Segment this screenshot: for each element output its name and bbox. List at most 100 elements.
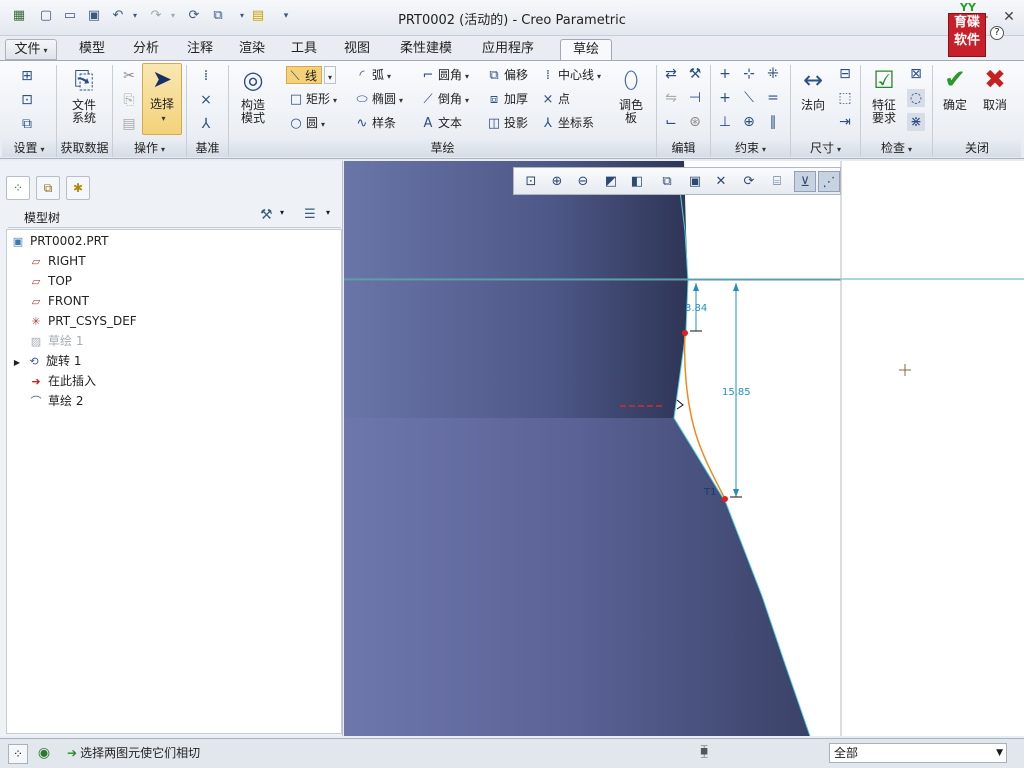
perimeter-icon[interactable]: ⊟ (836, 65, 854, 83)
rotate-resize-icon[interactable]: ⊛ (686, 113, 704, 131)
overlap-geometry-icon[interactable]: ⊠ (907, 65, 925, 83)
graphics-window[interactable]: 3.84 15.85 T1 (344, 161, 1024, 736)
shade-closed-loops-icon[interactable]: ⋇ (907, 113, 925, 131)
view-manager-icon[interactable]: ▣ (684, 171, 706, 192)
rectangle-button[interactable]: □ 矩形 ▾ (288, 90, 337, 108)
line-button[interactable]: ⟍ 线 (286, 66, 323, 84)
smart-filter-icon[interactable]: ⧯ (700, 744, 708, 759)
cut-icon[interactable]: ✂ (120, 67, 138, 85)
tab-sketch[interactable]: 草绘 (560, 39, 612, 60)
tab-model[interactable]: 模型 (70, 39, 114, 60)
tree-filter-caret-icon[interactable]: ▾ (326, 208, 330, 217)
tree-item-part[interactable]: ▣ PRT0002.PRT (10, 232, 109, 251)
palette-button[interactable]: ⬯ 调色 板 (614, 65, 648, 125)
equal-constraint-icon[interactable]: = (764, 89, 782, 107)
group-dimension[interactable]: 尺寸 ▾ (791, 139, 860, 157)
delete-segment-icon[interactable]: ⚒ (686, 65, 704, 83)
tree-settings-icon[interactable]: ⚒ (260, 207, 273, 223)
ok-button[interactable]: ✔ 确定 (938, 65, 972, 112)
display-vertices-icon[interactable]: ⋰ (818, 171, 840, 192)
spin-center-icon[interactable]: ⟳ (738, 171, 760, 192)
model-tree-tab[interactable]: ⁘ (6, 176, 30, 200)
vertical-constraint-icon[interactable]: + (716, 65, 734, 83)
tab-annotate[interactable]: 注释 (178, 39, 222, 60)
tree-filter-icon[interactable]: ☰ (304, 207, 316, 222)
tab-view[interactable]: 视图 (335, 39, 379, 60)
spline-button[interactable]: ∿ 样条 (354, 114, 396, 132)
tree-item-csys[interactable]: ✳ PRT_CSYS_DEF (28, 312, 136, 331)
divide-icon[interactable]: ⊣ (686, 89, 704, 107)
group-setup[interactable]: 设置 ▾ (2, 139, 56, 157)
tree-item-sketch-1[interactable]: ▨ 草绘 1 (28, 332, 84, 351)
tree-item-insert-here[interactable]: ➜ 在此插入 (28, 372, 96, 391)
baseline-icon[interactable]: ⇥ (836, 113, 854, 131)
mirror-icon[interactable]: ⇋ (662, 89, 680, 107)
offset-button[interactable]: ⧉ 偏移 (486, 66, 528, 84)
parallel-constraint-icon[interactable]: ∥ (764, 113, 782, 131)
tab-analysis[interactable]: 分析 (124, 39, 168, 60)
file-system-button[interactable]: ⎘ 文件 系统 (64, 65, 104, 125)
favorites-tab[interactable]: ✱ (66, 176, 90, 200)
midpoint-constraint-icon[interactable]: ⟍ (740, 89, 758, 107)
tab-applications[interactable]: 应用程序 (472, 39, 544, 60)
paste-icon[interactable]: ▤ (120, 115, 138, 133)
centerline-button[interactable]: ⁞ 中心线 ▾ (540, 66, 601, 84)
zoom-in-icon[interactable]: ⊕ (546, 171, 568, 192)
text-button[interactable]: A 文本 (420, 114, 462, 132)
ellipse-button[interactable]: ⬭ 椭圆 ▾ (354, 90, 403, 108)
point-datum-icon[interactable]: × (197, 91, 215, 109)
modify-icon[interactable]: ⇄ (662, 65, 680, 83)
circle-button[interactable]: ○ 圆 ▾ (288, 114, 325, 132)
coincident-constraint-icon[interactable]: ⊕ (740, 113, 758, 131)
normal-dimension-button[interactable]: ↔ 法向 (794, 65, 832, 112)
tree-item-revolve-1[interactable]: ▶ ⟲ 旋转 1 (12, 352, 82, 371)
corner-icon[interactable]: ⌙ (662, 113, 680, 131)
symmetric-constraint-icon[interactable]: ⁜ (764, 65, 782, 83)
sketch-view[interactable]: 3.84 15.85 T1 (344, 161, 1024, 736)
arc-button[interactable]: ◜ 弧 ▾ (354, 66, 391, 84)
tab-flexible-modeling[interactable]: 柔性建模 (390, 39, 462, 60)
chamfer-button[interactable]: ⟋ 倒角 ▾ (420, 90, 469, 108)
repaint-icon[interactable]: ◩ (600, 171, 622, 192)
copy-icon[interactable]: ⎘ (120, 91, 138, 109)
point-button[interactable]: × 点 (540, 90, 570, 108)
fillet-button[interactable]: ⌐ 圆角 ▾ (420, 66, 469, 84)
sketch-view-icon[interactable]: ⌸ (766, 171, 788, 192)
tree-item-top[interactable]: ▱ TOP (28, 272, 72, 291)
refit-icon[interactable]: ⊡ (520, 171, 542, 192)
horizontal-constraint-icon[interactable]: + (716, 89, 734, 107)
selection-filter[interactable]: 全部 ▼ (829, 743, 1007, 763)
display-dimensions-icon[interactable]: ⊻ (794, 171, 816, 192)
tab-tools[interactable]: 工具 (282, 39, 326, 60)
browser-icon[interactable]: ◉ (34, 744, 54, 764)
datum-display-icon[interactable]: ✕ (710, 171, 732, 192)
cancel-button[interactable]: ✖ 取消 (978, 65, 1012, 112)
thicken-button[interactable]: ⧈ 加厚 (486, 90, 528, 108)
reference-dim-icon[interactable]: ⬚ (836, 89, 854, 107)
saved-views-icon[interactable]: ⧉ (656, 171, 678, 192)
tree-item-front[interactable]: ▱ FRONT (28, 292, 89, 311)
tab-file[interactable]: 文件 ▾ (5, 39, 57, 60)
line-dropdown[interactable]: ▾ (324, 66, 336, 84)
tangent-constraint-icon[interactable]: ⊹ (740, 65, 758, 83)
folder-browser-tab[interactable]: ⧉ (36, 176, 60, 200)
grid-icon[interactable]: ⊞ (18, 67, 36, 85)
project-button[interactable]: ◫ 投影 (486, 114, 528, 132)
tree-item-right[interactable]: ▱ RIGHT (28, 252, 86, 271)
tree-item-sketch-2[interactable]: ⌒ 草绘 2 (28, 392, 84, 411)
csys-datum-icon[interactable]: ⅄ (197, 115, 215, 133)
zoom-out-icon[interactable]: ⊖ (572, 171, 594, 192)
reference-icon[interactable]: ⧉ (18, 115, 36, 133)
select-button[interactable]: ➤ 选择 ▾ (142, 63, 182, 135)
perpendicular-constraint-icon[interactable]: ⊥ (716, 113, 734, 131)
centerline-datum-icon[interactable]: ⁞ (197, 67, 215, 85)
display-style-icon[interactable]: ◧ (626, 171, 648, 192)
highlight-open-ends-icon[interactable]: ◌ (907, 89, 925, 107)
coordinate-system-button[interactable]: ⅄ 坐标系 (540, 114, 594, 132)
tree-settings-caret-icon[interactable]: ▾ (280, 208, 284, 217)
group-inspect[interactable]: 检查 ▾ (861, 139, 932, 157)
group-operations[interactable]: 操作 ▾ (113, 139, 186, 157)
tab-render[interactable]: 渲染 (230, 39, 274, 60)
construction-mode-button[interactable]: ◎ 构造 模式 (233, 65, 273, 125)
close-button[interactable]: ✕ (998, 8, 1020, 26)
